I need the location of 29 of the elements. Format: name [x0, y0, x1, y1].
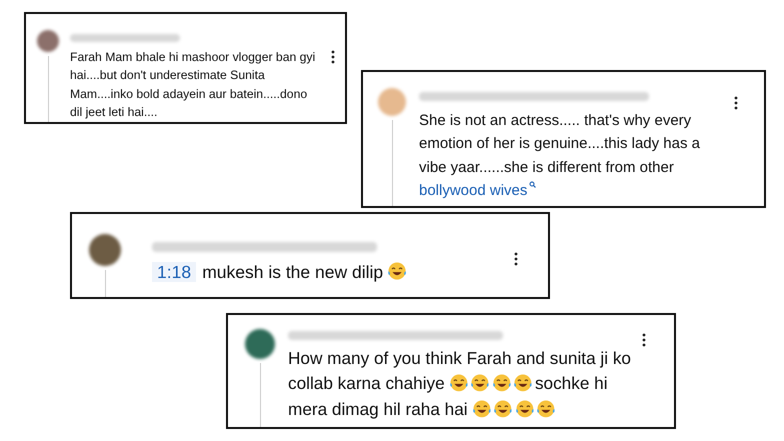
comment-text: vibe yaar......she is different from other	[419, 158, 674, 176]
comment-text: emotion of her is genuine....this lady has a	[419, 135, 700, 152]
comment-text: mera dimag hil raha hai	[288, 398, 468, 419]
comment-text: She is not an actress..... that's why every	[419, 112, 692, 129]
more-options-icon[interactable]	[331, 50, 335, 64]
comment-text: sochke hi	[534, 373, 608, 394]
laughing-emoji-icon	[514, 398, 535, 418]
laughing-emoji-icon	[536, 398, 556, 418]
search-link[interactable]: bollywood wives	[419, 182, 537, 199]
comment-text: collab karna chahiye	[288, 373, 445, 394]
laughing-emoji-icon	[493, 398, 514, 418]
laughing-emoji-icon	[387, 261, 408, 282]
laughing-emoji-icon	[470, 373, 490, 393]
more-options-icon[interactable]	[514, 252, 518, 266]
comment-text: How many of you think Farah and sunita ji ko	[288, 348, 631, 368]
laughing-emoji-icon	[449, 373, 469, 393]
laughing-emoji-icon	[513, 373, 534, 393]
thread-line	[104, 270, 106, 297]
comment-text: mukesh is the new dilip	[202, 262, 384, 282]
laughing-emoji-icon	[472, 398, 492, 418]
comment-text: Mam....inko bold adayein aur batein.....dono	[70, 86, 308, 101]
comment-text: hai....but don't underestimate Sunita	[70, 68, 265, 82]
timestamp-link[interactable]: 1:18	[152, 262, 196, 282]
comment-text: Farah Mam bhale hi mashoor vlogger ban gyi	[70, 50, 316, 64]
search-icon	[529, 181, 537, 189]
more-options-icon[interactable]	[734, 96, 738, 110]
more-options-icon[interactable]	[642, 333, 646, 347]
comment-text: dil jeet leti hai....	[70, 104, 158, 119]
laughing-emoji-icon	[492, 373, 512, 393]
